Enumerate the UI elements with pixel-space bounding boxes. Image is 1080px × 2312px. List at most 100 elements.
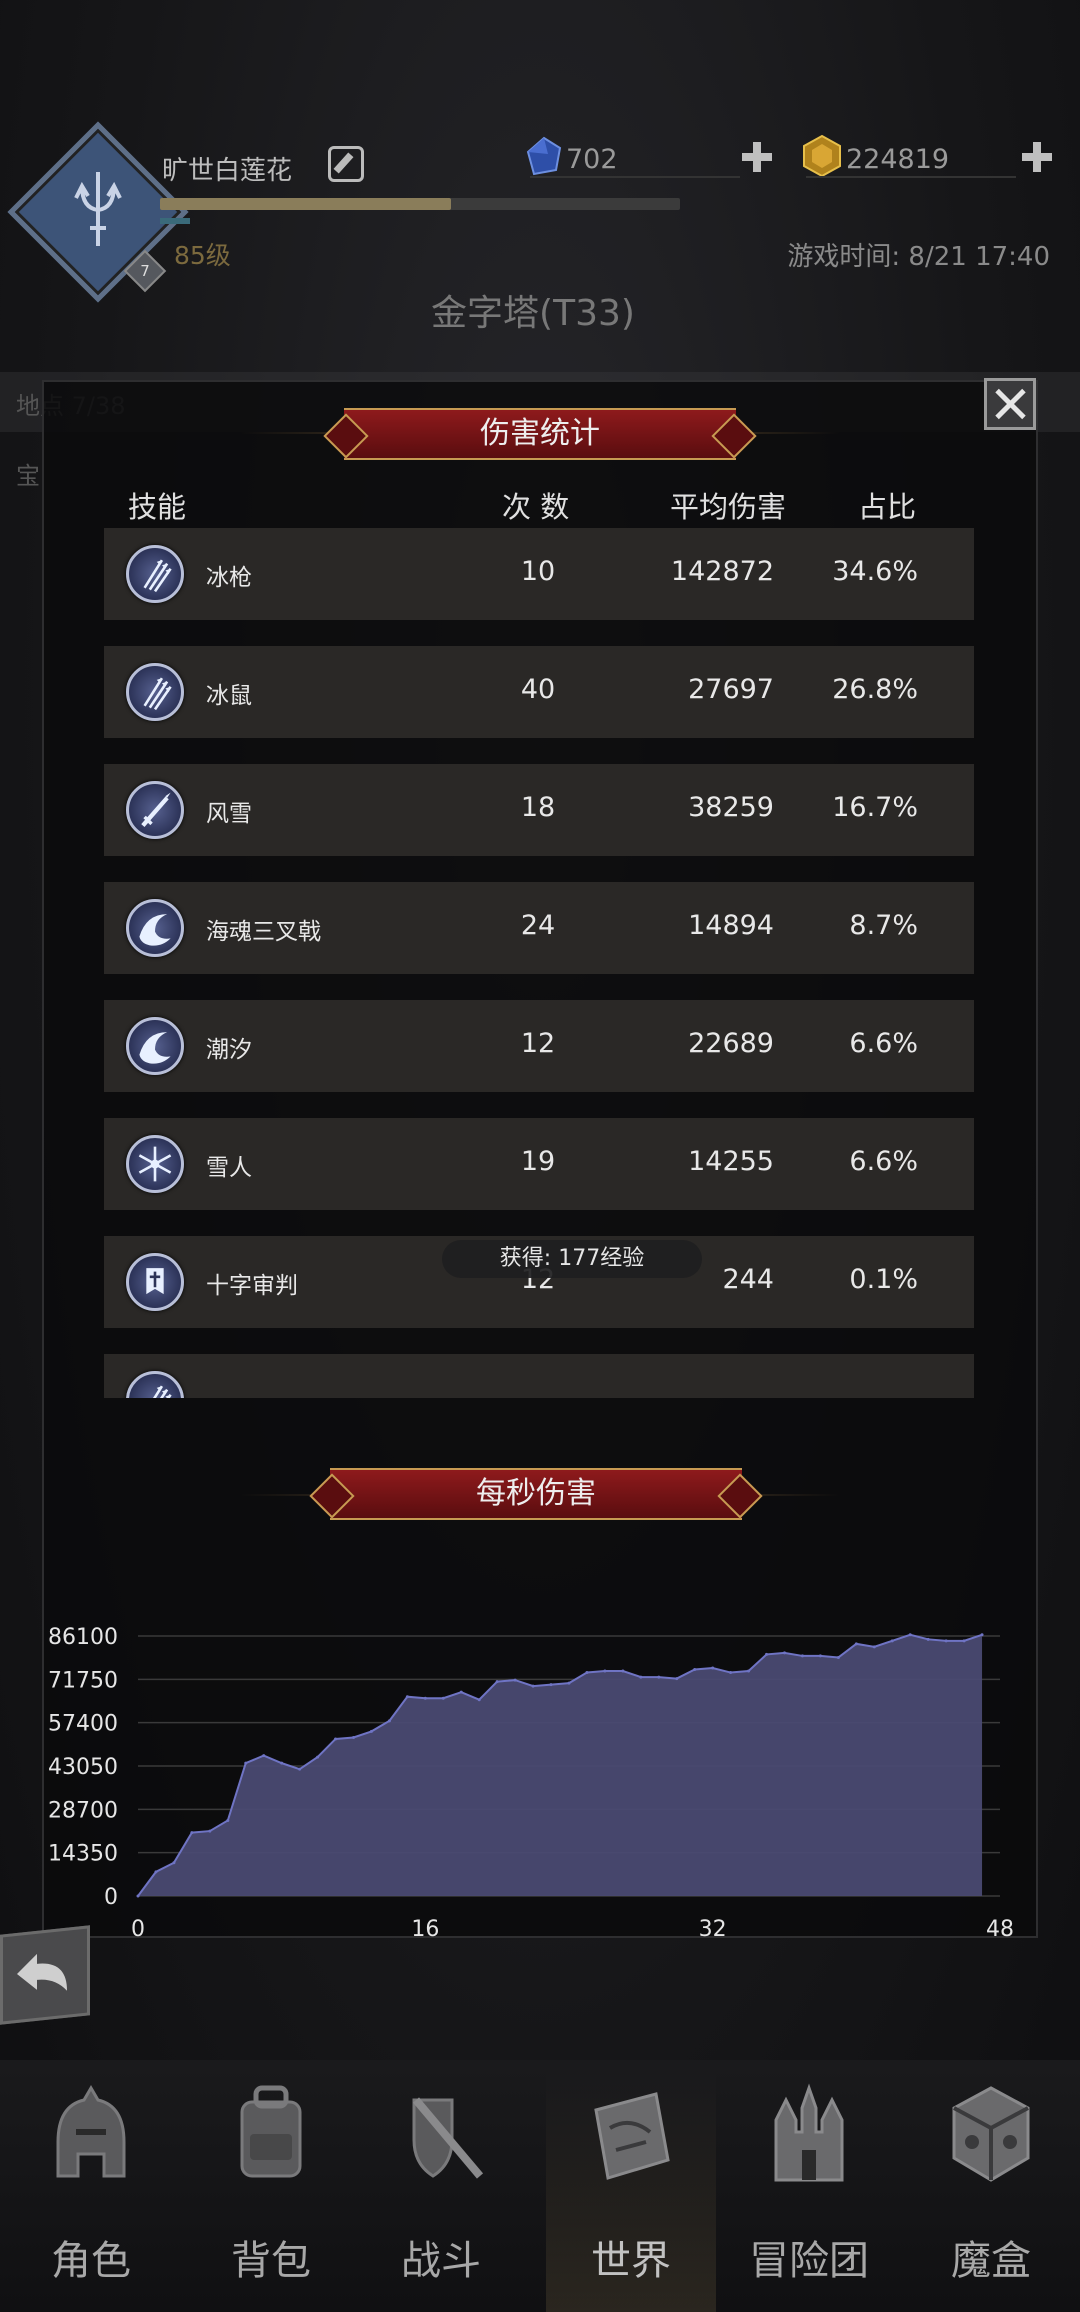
dps-point	[621, 1669, 625, 1673]
y-tick-label: 28700	[48, 1798, 118, 1823]
dps-point	[800, 1654, 804, 1658]
game-time: 游戏时间: 8/21 17:40	[787, 242, 1050, 272]
nav-item-map-scroll[interactable]: 世界	[546, 2070, 716, 2312]
skill-percent: 0.1%	[849, 1264, 918, 1295]
skill-count: 12	[520, 1028, 556, 1059]
gem-count: 702	[566, 144, 618, 175]
column-header-avg-damage: 平均伤害	[670, 490, 787, 524]
skill-name: 冰枪	[206, 565, 252, 591]
trident-emblem-icon	[74, 172, 122, 246]
skill-count: 18	[520, 792, 556, 823]
skill-avg-damage: 38259	[688, 792, 774, 823]
column-header-percent: 占比	[858, 490, 917, 524]
dps-point	[585, 1671, 589, 1675]
y-tick-label: 71750	[48, 1668, 118, 1693]
dps-point	[890, 1639, 894, 1643]
player-level: 85级	[174, 241, 231, 270]
backpack-icon	[240, 2085, 302, 2178]
dps-point	[262, 1754, 266, 1758]
add-gems-plus-icon[interactable]	[740, 140, 774, 174]
nav-item-helmet[interactable]: 角色	[6, 2070, 176, 2312]
dps-point	[136, 1894, 140, 1898]
dps-point	[675, 1677, 679, 1681]
dps-point	[872, 1645, 876, 1649]
skill-name: 十字审判	[206, 1273, 298, 1299]
dps-point	[926, 1637, 930, 1641]
skill-count: 19	[520, 1146, 556, 1177]
ice-spears-icon	[126, 1371, 184, 1398]
return-arrow-icon	[17, 1953, 67, 1991]
dps-point	[980, 1633, 984, 1637]
dps-point	[423, 1696, 427, 1700]
skill-count: 24	[520, 910, 556, 941]
exp-bar-fill	[160, 198, 452, 210]
dps-point	[441, 1696, 445, 1700]
dps-point	[836, 1655, 840, 1659]
dps-point	[693, 1668, 697, 1672]
exp-toast: 获得: 177经验	[442, 1240, 702, 1278]
skill-row: 雪人 19 14255 6.6%	[104, 1118, 974, 1210]
close-button[interactable]	[984, 378, 1036, 430]
background-treasure-label: 宝	[16, 462, 40, 490]
skill-percent: 34.6%	[832, 556, 918, 587]
skill-name: 潮汐	[206, 1037, 252, 1063]
stage-title: 金字塔(T33)	[431, 293, 635, 334]
helmet-icon	[56, 2085, 126, 2178]
map-scroll-icon	[594, 2092, 670, 2180]
dps-point	[639, 1675, 643, 1679]
dps-point	[316, 1755, 320, 1759]
dps-point	[298, 1767, 302, 1771]
blue-gem-icon	[526, 136, 562, 176]
gold-coin-icon	[803, 134, 841, 178]
skill-avg-damage: 14255	[688, 1146, 774, 1177]
y-tick-label: 57400	[48, 1712, 118, 1737]
dps-point	[567, 1681, 571, 1685]
skill-percent: 6.6%	[849, 1028, 918, 1059]
game-screen: 7 旷世白莲花 85级 702 224819 游戏时间: 8/21 17:40 …	[0, 0, 1080, 2312]
dps-point	[369, 1729, 373, 1733]
skill-avg-damage: 27697	[688, 674, 774, 705]
dps-point	[783, 1651, 786, 1655]
wave-icon	[126, 899, 184, 957]
dps-title: 每秒伤害	[330, 1468, 742, 1520]
dps-point	[603, 1669, 607, 1673]
skill-percent: 8.7%	[849, 910, 918, 941]
dps-point	[477, 1698, 481, 1702]
y-tick-label: 86100	[48, 1625, 118, 1650]
skill-percent: 6.6%	[849, 1146, 918, 1177]
nav-item-castle[interactable]: 冒险团	[724, 2070, 894, 2312]
nav-item-backpack[interactable]: 背包	[186, 2070, 356, 2312]
add-gold-plus-icon[interactable]	[1020, 140, 1054, 174]
avatar-badge-text: 7	[140, 262, 150, 280]
ice-sword-icon	[126, 781, 184, 839]
dps-point	[405, 1695, 409, 1699]
exp-bar	[160, 198, 680, 210]
dps-point	[154, 1870, 158, 1874]
nav-label: 冒险团	[749, 2238, 869, 2284]
y-tick-label: 14350	[48, 1842, 118, 1867]
dps-point	[549, 1683, 553, 1687]
dps-point	[495, 1680, 499, 1684]
dps-point	[854, 1642, 858, 1646]
skill-name: 雪人	[206, 1155, 252, 1181]
dps-point	[962, 1639, 966, 1643]
dps-point	[531, 1684, 535, 1688]
skill-row: 风雪 18 38259 16.7%	[104, 764, 974, 856]
edit-name-icon[interactable]	[328, 146, 364, 182]
dps-point	[226, 1819, 230, 1823]
dps-point	[334, 1737, 338, 1741]
skill-percent: 16.7%	[832, 792, 918, 823]
dps-point	[818, 1654, 822, 1658]
dps-point	[387, 1719, 391, 1723]
nav-label: 魔盒	[951, 2238, 1031, 2284]
nav-item-magic-cube[interactable]: 魔盒	[906, 2070, 1076, 2312]
damage-stats-title: 伤害统计	[344, 408, 736, 460]
back-button[interactable]	[0, 1925, 90, 2025]
gold-count: 224819	[846, 144, 950, 175]
magic-cube-icon	[952, 2086, 1030, 2182]
dps-point	[172, 1861, 176, 1865]
sword-shield-icon	[412, 2097, 484, 2179]
x-tick-label: 32	[699, 1917, 727, 1940]
skill-name: 风雪	[206, 801, 252, 827]
nav-item-sword-shield[interactable]: 战斗	[356, 2070, 526, 2312]
